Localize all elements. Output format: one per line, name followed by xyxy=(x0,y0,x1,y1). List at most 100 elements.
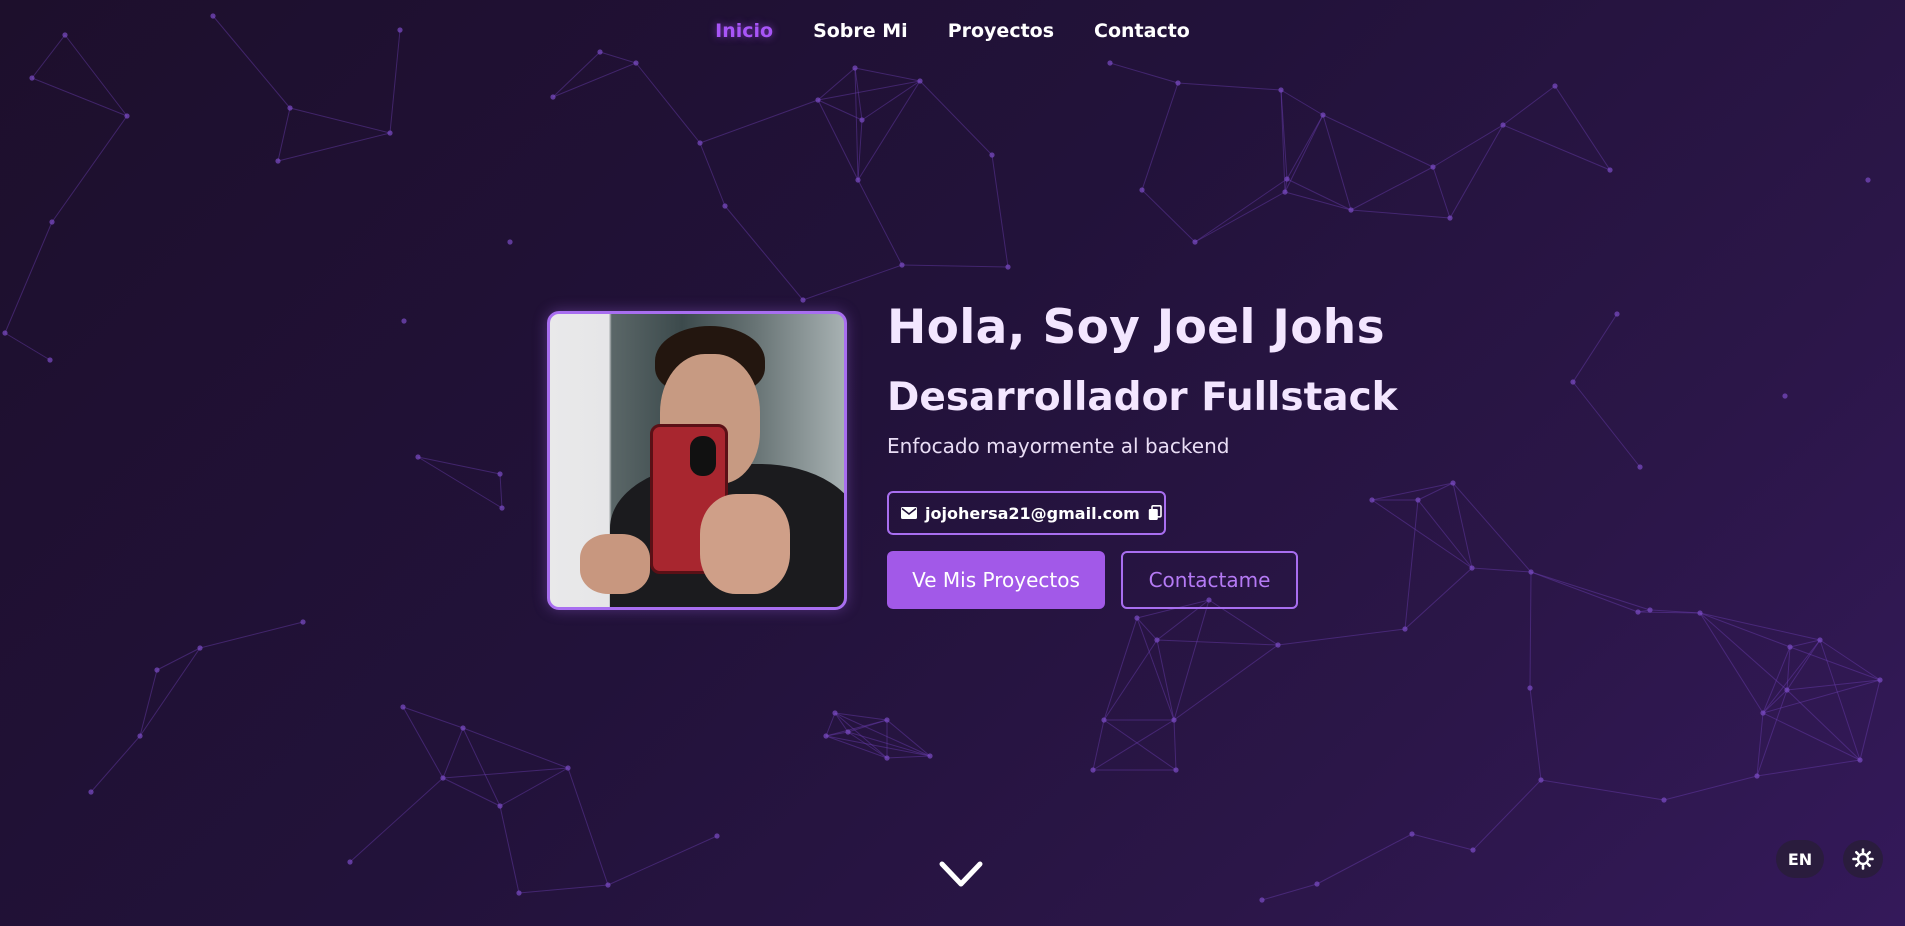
network-line xyxy=(1136,617,1158,641)
scroll-down-button[interactable] xyxy=(938,858,984,890)
network-line xyxy=(1141,82,1179,191)
network-line xyxy=(1572,381,1641,468)
network-node xyxy=(859,117,865,123)
network-line xyxy=(1286,178,1352,211)
network-line xyxy=(607,835,718,886)
network-line xyxy=(277,107,291,162)
view-projects-button[interactable]: Ve Mis Proyectos xyxy=(887,551,1105,609)
network-node xyxy=(497,803,503,809)
network-line xyxy=(1789,646,1881,681)
network-line xyxy=(156,647,201,671)
network-line xyxy=(1859,679,1881,761)
network-line xyxy=(1786,689,1861,761)
network-line xyxy=(1092,719,1175,771)
network-line xyxy=(1699,612,1788,691)
network-node xyxy=(550,94,556,100)
network-node xyxy=(1754,773,1760,779)
network-line xyxy=(825,735,931,757)
network-line xyxy=(1194,178,1288,243)
network-node xyxy=(1173,767,1179,773)
network-node xyxy=(597,49,603,55)
network-node xyxy=(1697,610,1703,616)
nav-item-proyectos[interactable]: Proyectos xyxy=(948,20,1054,42)
network-node xyxy=(1278,87,1284,93)
contact-me-button[interactable]: Contactame xyxy=(1121,551,1298,609)
network-line xyxy=(442,727,464,779)
network-node xyxy=(884,717,890,723)
nav-item-sobre-mi[interactable]: Sobre Mi xyxy=(813,20,908,42)
network-node xyxy=(124,113,130,119)
network-line xyxy=(499,473,503,509)
network-node xyxy=(1857,757,1863,763)
network-node xyxy=(1784,687,1790,693)
network-node xyxy=(697,140,703,146)
network-line xyxy=(139,669,158,737)
network-node xyxy=(497,471,503,477)
network-node xyxy=(1402,626,1408,632)
network-node xyxy=(49,219,55,225)
network-node xyxy=(1528,569,1534,575)
network-node xyxy=(197,645,203,651)
network-line xyxy=(1502,124,1611,171)
network-node xyxy=(460,725,466,731)
theme-toggle-button[interactable] xyxy=(1843,840,1883,878)
network-line xyxy=(817,99,859,181)
network-line xyxy=(277,132,391,162)
network-line xyxy=(802,264,903,301)
network-line xyxy=(1529,571,1532,689)
network-line xyxy=(724,205,804,301)
envelope-icon xyxy=(901,507,917,519)
network-node xyxy=(1570,379,1576,385)
sun-icon xyxy=(1852,848,1874,870)
network-line xyxy=(847,731,931,757)
network-line xyxy=(567,767,609,886)
network-node xyxy=(1865,177,1871,183)
network-line xyxy=(1404,567,1473,630)
network-node xyxy=(507,239,513,245)
network-node xyxy=(400,704,406,710)
network-node xyxy=(605,882,611,888)
network-line xyxy=(1472,779,1542,851)
network-line xyxy=(1350,209,1451,219)
network-node xyxy=(1415,497,1421,503)
network-node xyxy=(823,733,829,739)
network-line xyxy=(825,735,888,759)
copy-email-button[interactable]: jojohersa21@gmail.com xyxy=(887,491,1166,535)
network-line xyxy=(1277,628,1406,646)
network-line xyxy=(1554,85,1611,171)
network-line xyxy=(1322,114,1434,168)
network-node xyxy=(714,833,720,839)
network-node xyxy=(1192,239,1198,245)
network-node xyxy=(275,158,281,164)
network-node xyxy=(516,890,522,896)
network-node xyxy=(1154,637,1160,643)
network-node xyxy=(415,454,421,460)
network-node xyxy=(815,97,821,103)
network-line xyxy=(599,51,637,64)
network-node xyxy=(1637,464,1643,470)
network-line xyxy=(1156,639,1279,646)
network-node xyxy=(1314,881,1320,887)
network-node xyxy=(47,357,53,363)
top-navigation: Inicio Sobre Mi Proyectos Contacto xyxy=(0,20,1905,42)
network-line xyxy=(1404,499,1419,630)
network-node xyxy=(1614,311,1620,317)
nav-item-inicio[interactable]: Inicio xyxy=(715,20,773,42)
network-node xyxy=(1090,767,1096,773)
network-line xyxy=(518,884,609,894)
network-line xyxy=(817,80,921,101)
network-line xyxy=(1280,89,1324,116)
network-line xyxy=(1756,759,1861,777)
network-node xyxy=(287,105,293,111)
network-node xyxy=(1005,264,1011,270)
network-node xyxy=(565,765,571,771)
network-node xyxy=(1369,497,1375,503)
language-toggle-button[interactable]: EN xyxy=(1776,840,1824,878)
nav-item-contacto[interactable]: Contacto xyxy=(1094,20,1190,42)
network-line xyxy=(1322,114,1352,211)
network-line xyxy=(857,80,921,181)
network-line xyxy=(1432,124,1504,168)
network-node xyxy=(1134,615,1140,621)
chevron-down-icon xyxy=(939,861,983,887)
network-line xyxy=(417,456,503,509)
